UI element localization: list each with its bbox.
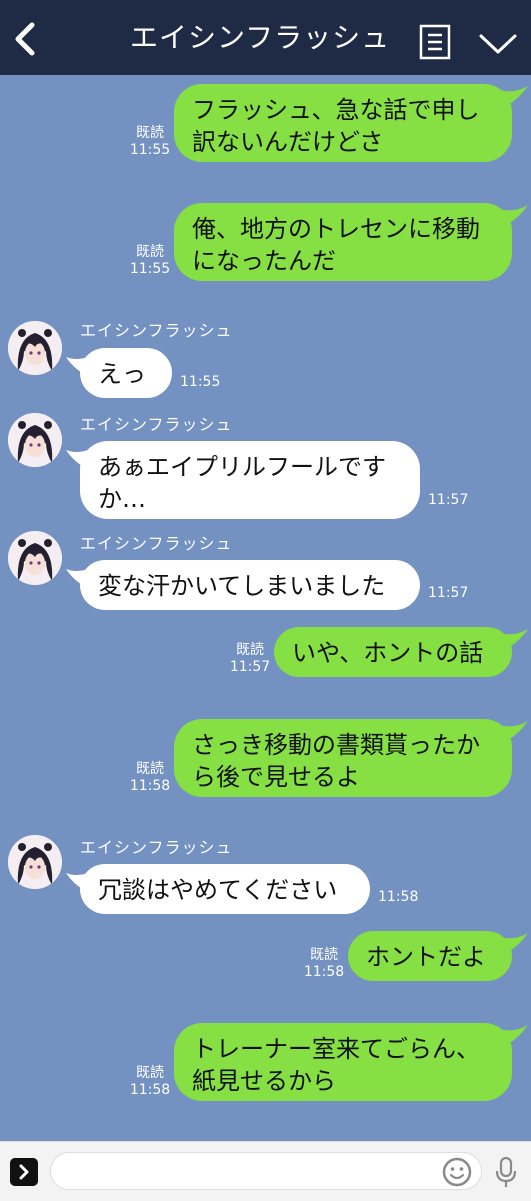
expand-icon[interactable] [10, 1158, 38, 1186]
bubble-tail [500, 205, 528, 225]
bubble-tail [66, 873, 88, 891]
message-time: 11:58 [129, 778, 171, 794]
read-receipt: 既読 11:58 [128, 761, 172, 795]
message-time: 11:58 [378, 889, 419, 905]
read-receipt: 既読 11:58 [128, 1065, 172, 1099]
bubble-tail [66, 357, 88, 375]
chat-header: エイシンフラッシュ [0, 0, 531, 75]
read-label: 既読 [310, 947, 338, 963]
avatar-image [8, 835, 62, 889]
emoji-icon[interactable] [442, 1157, 472, 1187]
bubble-tail [500, 629, 528, 649]
message-bubble[interactable]: フラッシュ、急な話で申し 訳ないんだけどさ [174, 84, 512, 162]
message-time: 11:57 [428, 585, 469, 601]
read-label: 既読 [236, 642, 264, 658]
message-time: 11:57 [229, 659, 271, 675]
back-icon[interactable] [10, 21, 40, 57]
message-time: 11:55 [129, 142, 171, 158]
message-time: 11:57 [428, 492, 469, 508]
sender-name: エイシンフラッシュ [80, 415, 233, 434]
sender-name: エイシンフラッシュ [80, 534, 233, 553]
avatar[interactable] [8, 835, 62, 889]
message-bubble[interactable]: トレーナー室来てごらん、 紙見せるから [174, 1023, 512, 1101]
message-bubble[interactable]: 冗談はやめてください [80, 864, 370, 914]
read-receipt: 既読 11:55 [128, 244, 172, 278]
bubble-tail [500, 1025, 528, 1045]
sender-name: エイシンフラッシュ [80, 838, 233, 857]
message-bubble[interactable]: 変な汗かいてしまいました [80, 560, 420, 610]
avatar-image [8, 531, 62, 585]
chat-area: 既読 11:55 フラッシュ、急な話で申し 訳ないんだけどさ 既読 11:55 … [0, 75, 531, 1141]
bubble-tail [500, 721, 528, 741]
message-time: 11:58 [303, 964, 345, 980]
message-time: 11:55 [180, 374, 221, 390]
read-label: 既読 [136, 125, 164, 141]
message-bubble[interactable]: さっき移動の書類貰ったか ら後で見せるよ [174, 719, 512, 797]
message-bubble[interactable]: えっ [80, 348, 172, 398]
bubble-tail [500, 933, 528, 953]
message-time: 11:55 [129, 261, 171, 277]
message-composer [0, 1141, 531, 1201]
chat-title: エイシンフラッシュ [130, 21, 391, 54]
read-label: 既読 [136, 1065, 164, 1081]
read-label: 既読 [136, 244, 164, 260]
avatar[interactable] [8, 413, 62, 467]
bubble-tail [500, 86, 528, 106]
message-time: 11:58 [129, 1082, 171, 1098]
message-bubble[interactable]: あぁエイプリルフールです か… [80, 441, 420, 519]
message-bubble[interactable]: ホントだよ [348, 931, 512, 981]
message-bubble[interactable]: いや、ホントの話 [274, 627, 512, 677]
avatar[interactable] [8, 531, 62, 585]
bubble-tail [66, 450, 88, 468]
message-input[interactable] [50, 1152, 482, 1190]
read-receipt: 既読 11:55 [128, 125, 172, 159]
avatar[interactable] [8, 321, 62, 375]
microphone-icon[interactable] [494, 1156, 518, 1188]
read-receipt: 既読 11:58 [302, 947, 346, 981]
avatar-image [8, 321, 62, 375]
bubble-tail [66, 569, 88, 587]
read-label: 既読 [136, 761, 164, 777]
message-bubble[interactable]: 俺、地方のトレセンに移動 になったんだ [174, 203, 512, 281]
notes-icon[interactable] [419, 24, 451, 60]
sender-name: エイシンフラッシュ [80, 321, 233, 340]
avatar-image [8, 413, 62, 467]
chevron-down-icon[interactable] [478, 32, 518, 56]
read-receipt: 既読 11:57 [228, 642, 272, 676]
